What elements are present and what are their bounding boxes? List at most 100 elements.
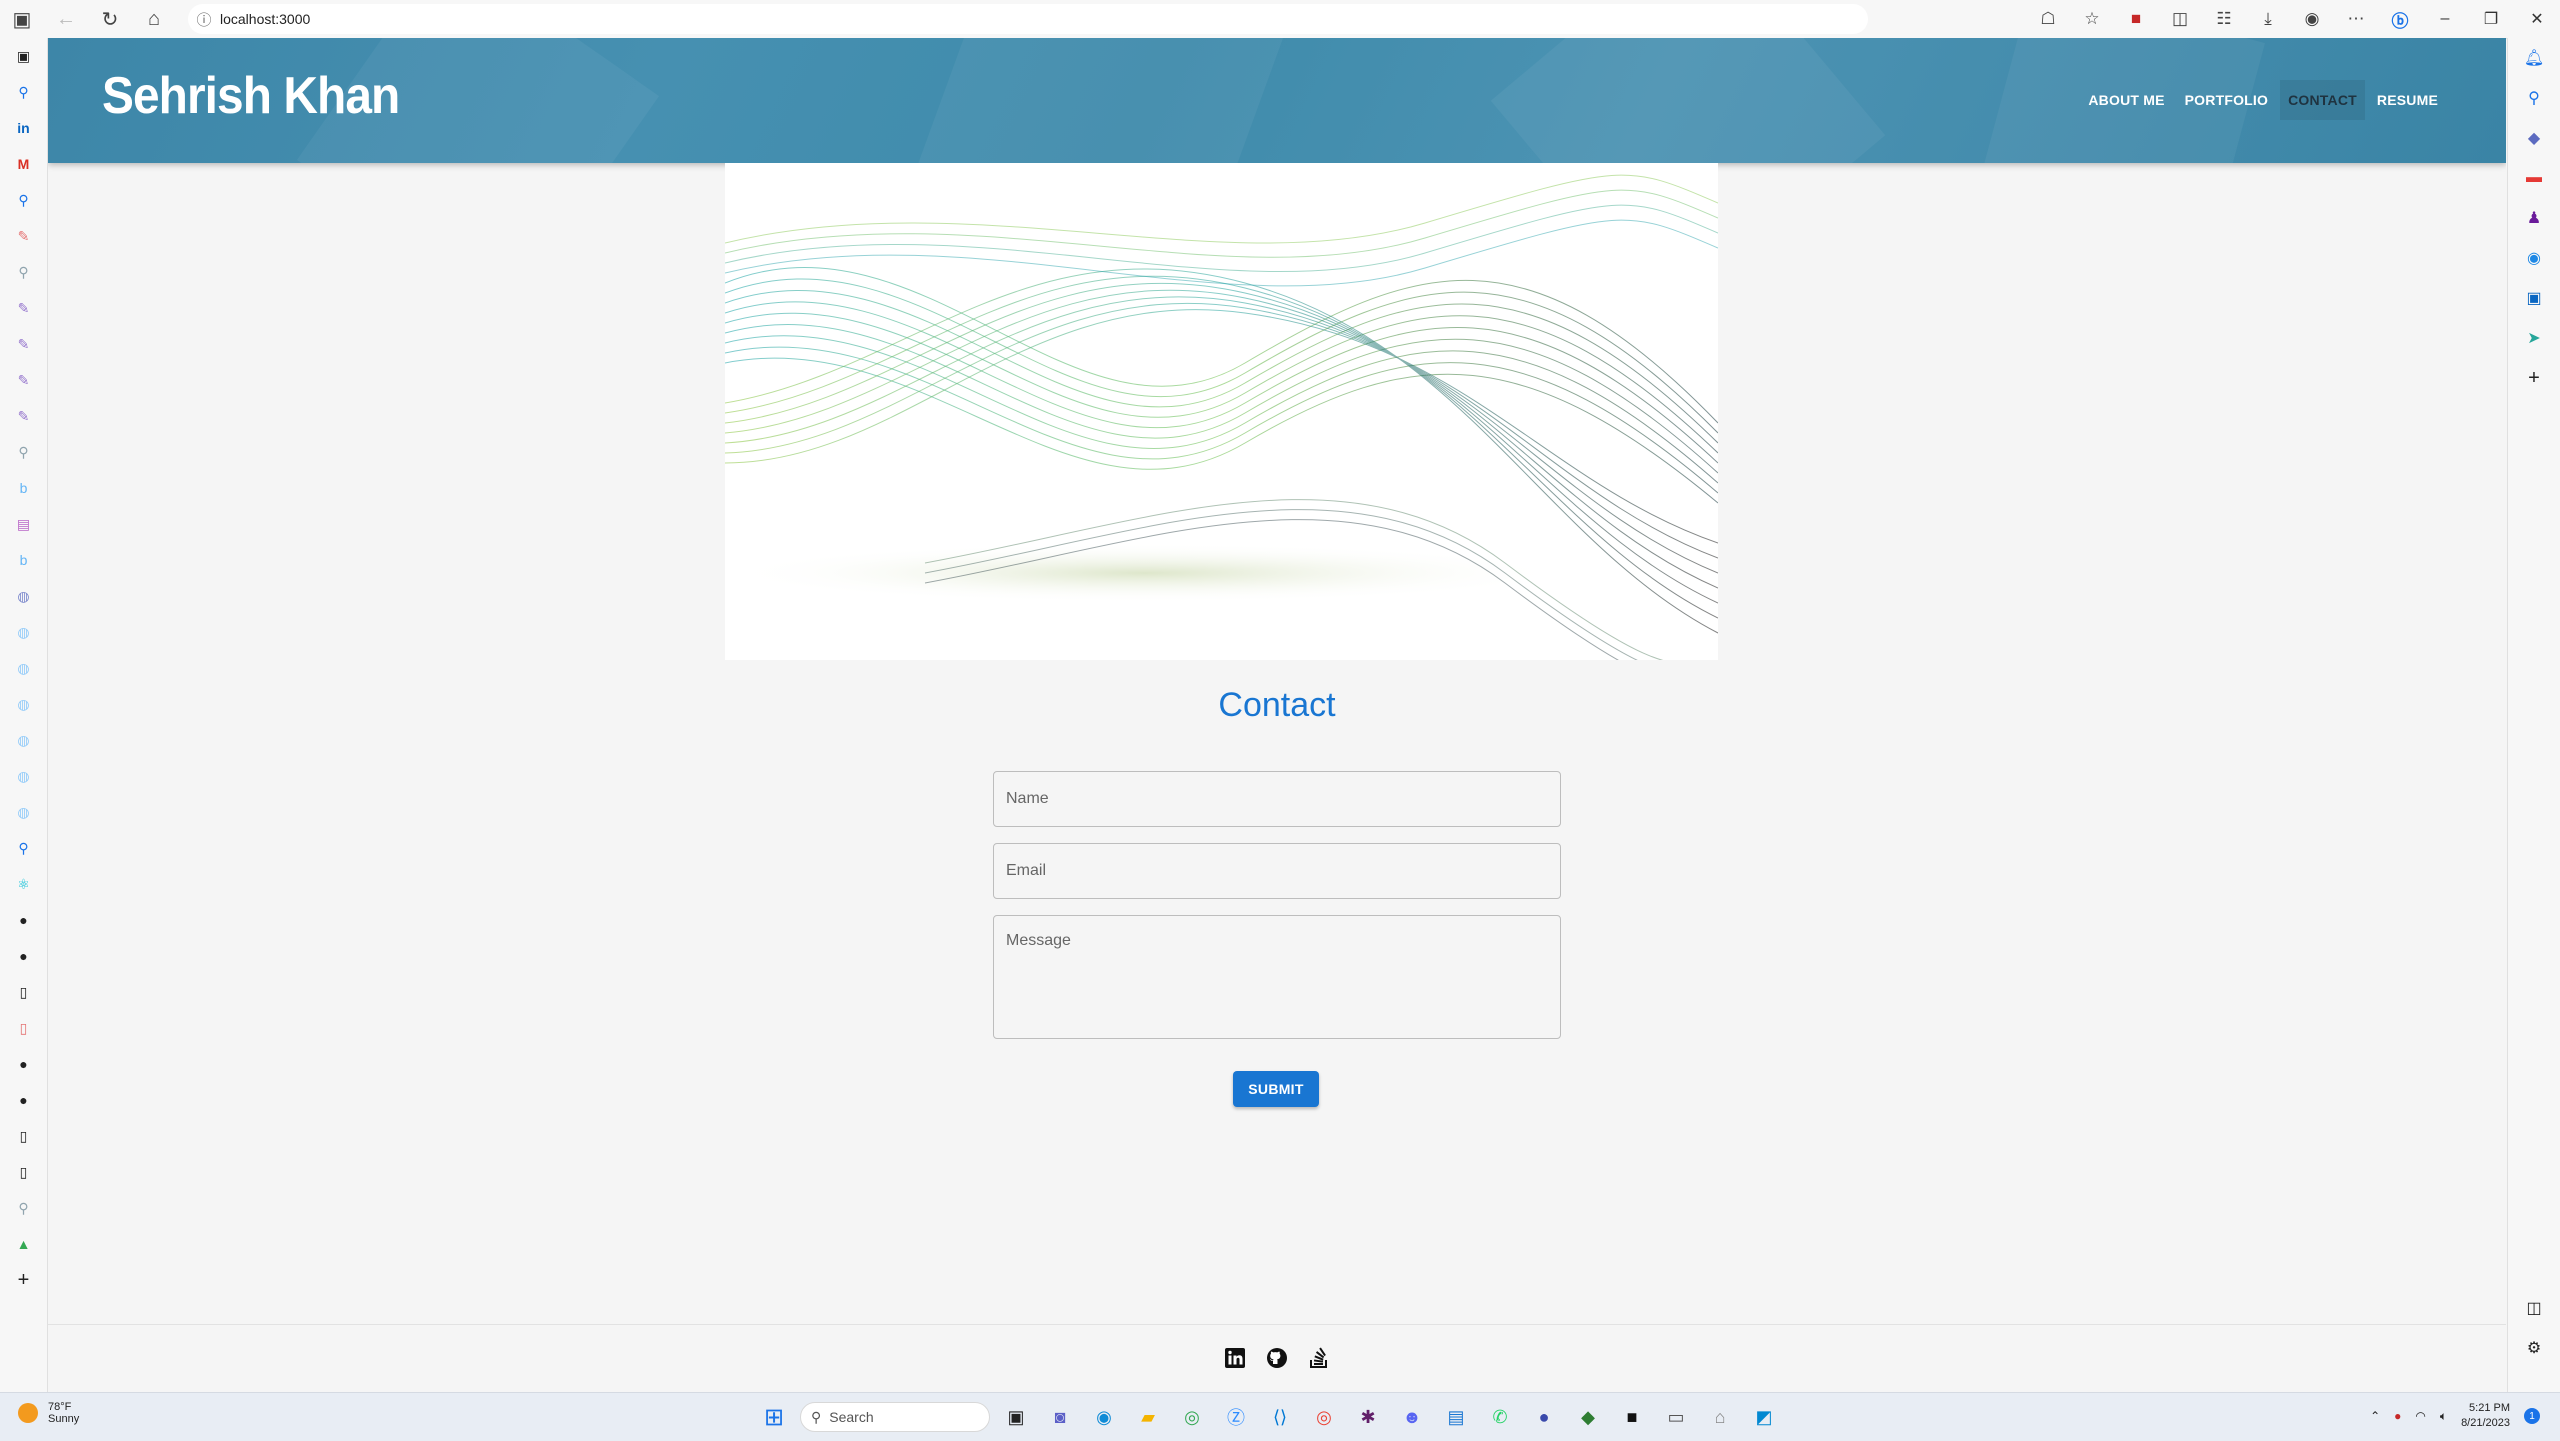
tab-search-icon[interactable]: ⚲ [0,254,47,290]
wifi-icon[interactable]: ◠ [2415,1409,2425,1423]
tab-github-icon[interactable]: ● [0,1082,47,1118]
linkedin-icon[interactable] [1223,1346,1247,1370]
tab-page-icon[interactable]: ◍ [0,650,47,686]
edge-icon[interactable]: ◉ [1086,1399,1122,1435]
new-tab-icon[interactable]: + [0,1262,47,1298]
address-bar[interactable]: ⓘ localhost:3000 [188,4,1868,34]
outlook-icon[interactable]: ▣ [2508,278,2560,318]
show-hidden-icons-icon[interactable]: ⌃ [2370,1409,2380,1423]
app-icon[interactable]: ◆ [1570,1399,1606,1435]
tab-page-icon[interactable]: ◍ [0,614,47,650]
tab-search-icon[interactable]: ⚲ [0,830,47,866]
tab-document-icon[interactable]: ▯ [0,974,47,1010]
task-view-icon[interactable]: ▣ [998,1399,1034,1435]
add-sidebar-icon[interactable]: + [2508,358,2560,398]
notepad-icon[interactable]: ▤ [1438,1399,1474,1435]
notifications-icon[interactable]: 🔔︎ [2508,38,2560,78]
email-input[interactable] [994,844,1560,898]
extension-icon[interactable]: ■ [2114,0,2158,38]
volume-icon[interactable]: 🔈︎ [2440,1409,2447,1424]
message-field[interactable] [993,915,1561,1039]
restore-icon[interactable]: ❐ [2468,0,2514,38]
split-screen-icon[interactable]: ◫ [2158,0,2202,38]
tab-page-icon[interactable]: ◍ [0,578,47,614]
start-icon[interactable]: ⊞ [756,1399,792,1435]
tab-page-icon[interactable]: ✎ [0,362,47,398]
notification-badge[interactable]: 1 [2524,1408,2540,1424]
zoom-icon[interactable]: Ⓩ [1218,1399,1254,1435]
tab-page-icon[interactable]: ◍ [0,794,47,830]
discord-icon[interactable]: ☻ [1394,1399,1430,1435]
tab-page-icon[interactable]: ✎ [0,398,47,434]
tab-search-icon[interactable]: ⚲ [0,74,47,110]
downloads-icon[interactable]: ⤓ [2246,0,2290,38]
file-explorer-icon[interactable]: ▰ [1130,1399,1166,1435]
name-field[interactable] [993,771,1561,827]
tab-drive-icon[interactable]: ▲ [0,1226,47,1262]
tab-page-icon[interactable]: ✎ [0,218,47,254]
tab-document-icon[interactable]: ▯ [0,1118,47,1154]
nav-portfolio[interactable]: PORTFOLIO [2177,80,2276,120]
tab-page-icon[interactable]: ◍ [0,758,47,794]
back-icon[interactable]: ← [44,0,88,38]
name-input[interactable] [994,772,1560,826]
nav-about-me[interactable]: ABOUT ME [2080,80,2172,120]
home-icon[interactable]: ⌂ [132,0,176,38]
tab-pdf-icon[interactable]: ▯ [0,1010,47,1046]
office-icon[interactable]: ◉ [2508,238,2560,278]
message-input[interactable] [994,916,1560,1038]
tab-actions-icon[interactable]: ▣ [0,0,44,38]
tab-bing-icon[interactable]: b [0,542,47,578]
tab-page-icon[interactable]: ▤ [0,506,47,542]
tab-search-icon[interactable]: ⚲ [0,434,47,470]
shopping-icon[interactable]: ◆ [2508,118,2560,158]
weather-widget[interactable]: 78°F Sunny [18,1401,79,1425]
app-icon[interactable]: ▭ [1658,1399,1694,1435]
profile-avatar-icon[interactable]: ◉ [2290,0,2334,38]
collections-icon[interactable]: ☷ [2202,0,2246,38]
chrome-alt-icon[interactable]: ◎ [1306,1399,1342,1435]
chrome-icon[interactable]: ◎ [1174,1399,1210,1435]
security-icon[interactable]: ● [2394,1409,2401,1423]
whatsapp-icon[interactable]: ✆ [1482,1399,1518,1435]
read-aloud-icon[interactable]: ☖ [2026,0,2070,38]
nav-contact[interactable]: CONTACT [2280,80,2365,120]
tab-search-icon[interactable]: ⚲ [0,182,47,218]
tab-page-icon[interactable]: ◍ [0,686,47,722]
refresh-icon[interactable]: ↻ [88,0,132,38]
tools-icon[interactable]: ▬ [2508,158,2560,198]
clock[interactable]: 5:21 PM 8/21/2023 [2461,1401,2510,1431]
tab-github-icon[interactable]: ● [0,1046,47,1082]
teams-chat-icon[interactable]: ◙ [1042,1399,1078,1435]
slack-icon[interactable]: ✱ [1350,1399,1386,1435]
tab-bing-icon[interactable]: b [0,470,47,506]
github-desktop-icon[interactable]: ■ [1614,1399,1650,1435]
taskbar-search[interactable]: ⚲ Search [800,1402,990,1432]
vscode-icon[interactable]: ⟨⟩ [1262,1399,1298,1435]
site-brand[interactable]: Sehrish Khan [102,66,400,126]
tab-gmail-icon[interactable]: M [0,146,47,182]
tab-github-icon[interactable]: ● [0,938,47,974]
tab-github-icon[interactable]: ● [0,902,47,938]
search-icon[interactable]: ⚲ [2508,78,2560,118]
app-icon[interactable]: ⌂ [1702,1399,1738,1435]
tab-page-icon[interactable]: ✎ [0,326,47,362]
tab-icon[interactable]: ▣ [0,38,47,74]
github-icon[interactable] [1265,1346,1289,1370]
tab-document-icon[interactable]: ▯ [0,1154,47,1190]
site-info-icon[interactable]: ⓘ [188,9,220,30]
tab-page-icon[interactable]: ✎ [0,290,47,326]
bing-copilot-icon[interactable]: ⓑ [2378,0,2422,38]
drop-icon[interactable]: ➤ [2508,318,2560,358]
submit-button[interactable]: SUBMIT [1233,1071,1319,1107]
app-icon[interactable]: ◩ [1746,1399,1782,1435]
tab-linkedin-icon[interactable]: in [0,110,47,146]
email-field[interactable] [993,843,1561,899]
close-window-icon[interactable]: ✕ [2514,0,2560,38]
sidebar-settings-icon[interactable]: ⚙ [2508,1328,2560,1368]
minimize-icon[interactable]: – [2422,0,2468,38]
games-icon[interactable]: ♟ [2508,198,2560,238]
tab-search-icon[interactable]: ⚲ [0,1190,47,1226]
tab-page-icon[interactable]: ◍ [0,722,47,758]
more-menu-icon[interactable]: ⋯ [2334,0,2378,38]
